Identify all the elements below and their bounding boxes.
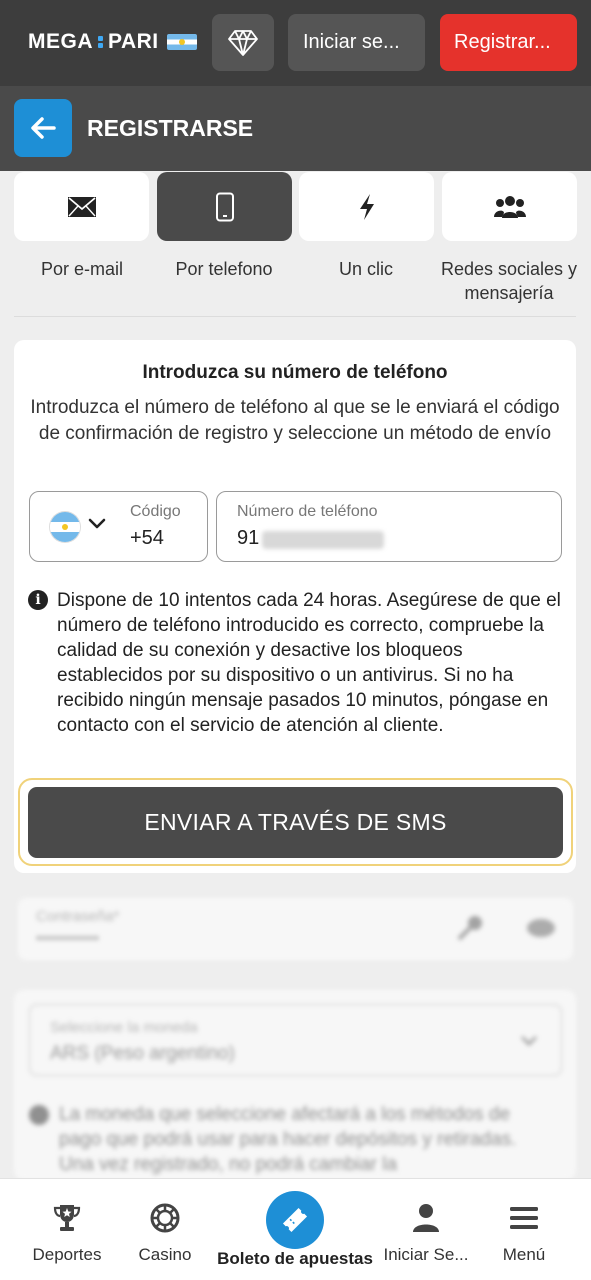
page-title: REGISTRARSE <box>87 115 254 141</box>
eye-icon <box>527 919 555 937</box>
top-bar: MEGA PARI Iniciar se... Registrar... <box>0 0 591 86</box>
nav-sports[interactable]: Deportes <box>17 1179 117 1280</box>
nav-betslip[interactable] <box>266 1191 324 1249</box>
tab-email[interactable] <box>14 172 149 241</box>
hamburger-icon <box>510 1207 538 1229</box>
argentina-flag-icon <box>50 512 80 542</box>
tab-phone-label: Por telefono <box>175 259 273 279</box>
phone-number-input[interactable]: Número de teléfono 91 <box>216 491 562 562</box>
diamond-icon <box>228 29 258 56</box>
send-sms-button[interactable]: ENVIAR A TRAVÉS DE SMS <box>28 787 563 858</box>
vip-diamond-button[interactable] <box>212 14 274 71</box>
tab-social-label: Redes sociales y mensajería <box>440 259 578 303</box>
phone-label: Número de teléfono <box>237 503 378 520</box>
currency-section-blurred: Seleccione la moneda ARS (Peso argentino… <box>14 990 576 1180</box>
country-code-select[interactable]: Código +54 <box>29 491 208 562</box>
key-icon <box>457 916 482 941</box>
bottom-navigation: Deportes Casino Boleto de apuestas Inici… <box>0 1178 591 1280</box>
tab-one-click[interactable] <box>299 172 434 241</box>
form-description: Introduzca el número de teléfono al que … <box>30 397 560 444</box>
trophy-icon <box>53 1205 81 1231</box>
phone-icon <box>215 192 234 221</box>
attempts-info-text: Dispone de 10 intentos cada 24 horas. As… <box>57 590 561 736</box>
casino-chip-icon <box>150 1203 180 1233</box>
nav-login[interactable]: Iniciar Se... <box>376 1179 476 1280</box>
logo-text-mega: MEGA <box>28 30 93 53</box>
logo-text-pari: PARI <box>108 30 159 53</box>
divider <box>14 316 576 317</box>
argentina-flag-icon <box>166 34 197 50</box>
tab-one-click-label: Un clic <box>338 259 393 279</box>
nav-betslip-label: Boleto de apuestas <box>217 1249 373 1268</box>
title-bar: REGISTRARSE <box>0 86 591 171</box>
arrow-left-icon <box>31 117 56 139</box>
nav-login-label: Iniciar Se... <box>383 1245 469 1264</box>
tab-email-label: Por e-mail <box>40 259 124 279</box>
chevron-down-icon <box>88 518 106 529</box>
tab-social[interactable] <box>442 172 577 241</box>
nav-sports-label: Deportes <box>32 1245 102 1264</box>
form-heading: Introduzca su número de teléfono <box>142 362 448 383</box>
login-button[interactable]: Iniciar se... <box>288 14 425 71</box>
lightning-icon <box>359 193 374 220</box>
back-button[interactable] <box>14 99 72 157</box>
nav-casino-label: Casino <box>138 1245 192 1264</box>
ticket-icon <box>282 1207 308 1233</box>
register-button[interactable]: Registrar... <box>440 14 577 71</box>
code-label: Código <box>130 503 181 520</box>
password-field-blurred: Contraseña* •••••••••••• <box>18 898 573 960</box>
envelope-icon <box>67 196 96 217</box>
user-icon <box>413 1204 439 1232</box>
phone-redaction <box>262 531 384 549</box>
tab-phone[interactable] <box>157 172 292 241</box>
megapari-logo[interactable]: MEGA PARI <box>28 30 197 54</box>
nav-menu[interactable]: Menú <box>474 1179 574 1280</box>
nav-menu-label: Menú <box>502 1245 546 1264</box>
phone-registration-card: Introduzca su número de teléfono Introdu… <box>14 340 576 873</box>
phone-value: 91 <box>237 527 260 549</box>
code-value: +54 <box>130 527 164 549</box>
logo-dots <box>98 35 103 49</box>
users-icon <box>493 195 526 218</box>
info-icon: i <box>28 590 48 610</box>
